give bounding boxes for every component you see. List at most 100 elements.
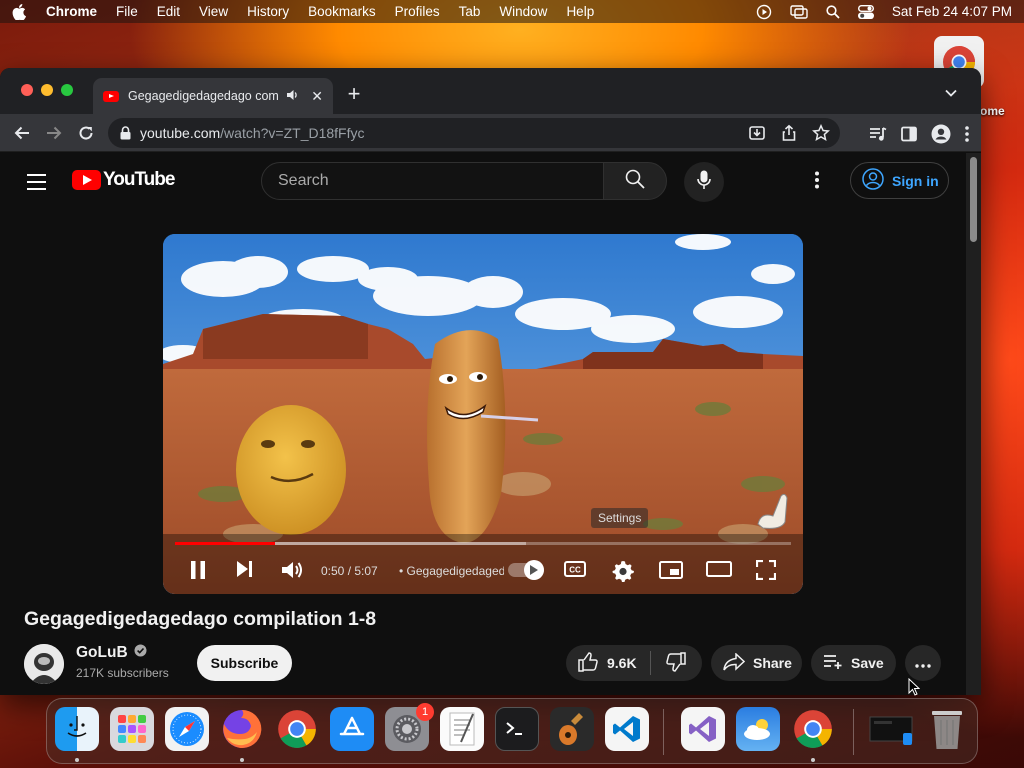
search-button[interactable] [603,162,667,200]
finder-icon[interactable] [55,707,99,751]
now-playing-icon[interactable] [756,4,772,20]
apple-menu-icon[interactable] [12,3,30,20]
miniplayer-icon[interactable] [659,560,683,580]
menu-window[interactable]: Window [499,4,547,19]
new-tab-button[interactable]: + [341,82,367,108]
chrome-menu-kebab-icon[interactable] [965,126,969,147]
video-player[interactable]: Settings 0:50 / 5:07 • Gegagedigedagedag… [163,234,803,594]
video-chapter-title[interactable]: • Gegagedigedagedago [399,564,504,578]
menu-help[interactable]: Help [566,4,594,19]
voice-search-button[interactable] [684,162,724,202]
save-button[interactable]: Save [811,645,896,681]
address-bar[interactable]: youtube.com/watch?v=ZT_D18fFfyc [108,118,840,148]
search-input[interactable]: Search [261,162,604,200]
thumbs-down-icon [666,651,686,675]
share-button[interactable]: Share [711,645,802,681]
spotlight-search-icon[interactable] [826,4,840,19]
autoplay-toggle[interactable] [508,560,544,580]
dock-divider [663,709,664,755]
menu-app-name[interactable]: Chrome [46,4,97,19]
fullscreen-icon[interactable] [756,560,776,580]
more-actions-button[interactable] [905,645,941,681]
bookmark-star-icon[interactable] [812,123,830,145]
settings-gear-icon[interactable] [612,560,634,582]
app-store-icon[interactable] [330,707,374,751]
tab-audio-playing-icon[interactable] [286,89,299,104]
browser-tab-active[interactable]: Gegagedigedagedago compilation 1-8 - You… [93,78,333,114]
window-minimize-button[interactable] [41,84,53,96]
settings-tooltip: Settings [591,508,649,528]
trash-icon[interactable] [925,707,969,751]
tab-close-icon[interactable]: ✕ [311,88,323,105]
firefox-icon[interactable] [220,707,264,751]
subscribe-button[interactable]: Subscribe [197,645,292,681]
tab-search-chevron-icon[interactable] [945,84,957,102]
dock-divider-2 [853,709,854,755]
like-count: 9.6K [607,655,637,671]
playlist-add-icon [823,654,843,673]
dislike-button[interactable] [651,651,701,675]
next-video-icon[interactable] [235,560,253,578]
video-title: Gegagedigedagedago compilation 1-8 [24,608,377,630]
menu-view[interactable]: View [199,4,228,19]
menu-edit[interactable]: Edit [157,4,180,19]
channel-avatar[interactable] [24,644,64,684]
terminal-icon[interactable] [495,707,539,751]
profile-avatar-icon[interactable] [931,124,951,149]
weather-icon[interactable] [736,707,780,751]
finder-running-dot [75,758,79,762]
lock-icon[interactable] [120,126,131,140]
chrome-running-dot [811,758,815,762]
menu-file[interactable]: File [116,4,138,19]
youtube-settings-kebab-icon[interactable] [815,171,819,194]
textedit-icon[interactable] [440,707,484,751]
window-preview-icon[interactable] [869,707,913,751]
window-close-button[interactable] [21,84,33,96]
hamburger-menu-icon[interactable] [27,174,46,195]
visual-studio-icon[interactable] [681,707,725,751]
launchpad-icon[interactable] [110,707,154,751]
safari-icon[interactable] [165,707,209,751]
volume-icon[interactable] [281,560,303,580]
back-arrow-icon[interactable] [12,123,32,143]
video-time: 0:50 / 5:07 [321,564,378,578]
like-button[interactable]: 9.6K [566,651,650,675]
side-panel-icon[interactable] [901,126,917,147]
youtube-logo[interactable]: YouTube [72,169,175,191]
pause-icon[interactable] [189,560,207,580]
vscode-icon[interactable] [605,707,649,751]
sign-in-button[interactable]: Sign in [850,162,949,199]
browser-toolbar: youtube.com/watch?v=ZT_D18fFfyc [0,114,981,152]
chrome-dock-icon[interactable] [275,707,319,751]
window-zoom-button[interactable] [61,84,73,96]
firefox-running-dot [240,758,244,762]
control-center-icon[interactable] [857,4,874,19]
youtube-favicon-icon [103,90,119,102]
chrome-dock-icon-2[interactable] [791,707,835,751]
install-app-icon[interactable] [748,124,766,145]
menu-history[interactable]: History [247,4,289,19]
subtitles-cc-icon[interactable]: CC [564,560,586,578]
menu-tab[interactable]: Tab [459,4,481,19]
channel-name[interactable]: GoLuB [76,644,147,662]
menubar-clock[interactable]: Sat Feb 24 4:07 PM [892,4,1012,19]
scrollbar-thumb[interactable] [970,157,977,242]
channel-name-text[interactable]: GoLuB [76,644,128,662]
desktop-chrome-label: ome [980,104,1005,118]
menu-bookmarks[interactable]: Bookmarks [308,4,376,19]
forward-arrow-icon[interactable] [44,123,64,143]
share-label: Share [753,655,792,671]
page-scrollbar[interactable] [966,153,981,695]
menu-profiles[interactable]: Profiles [395,4,440,19]
mac-menubar: Chrome File Edit View History Bookmarks … [0,0,1024,23]
theater-mode-icon[interactable] [706,560,732,578]
reload-icon[interactable] [76,123,96,143]
share-page-icon[interactable] [780,124,798,145]
share-arrow-icon [723,651,746,674]
subscriber-count: 217K subscribers [76,666,169,680]
mouse-cursor-icon [908,677,921,701]
garageband-icon[interactable] [550,707,594,751]
video-progress-bar[interactable] [175,542,791,545]
media-controls-icon[interactable] [869,126,887,147]
screen-mirroring-icon[interactable] [790,4,808,19]
